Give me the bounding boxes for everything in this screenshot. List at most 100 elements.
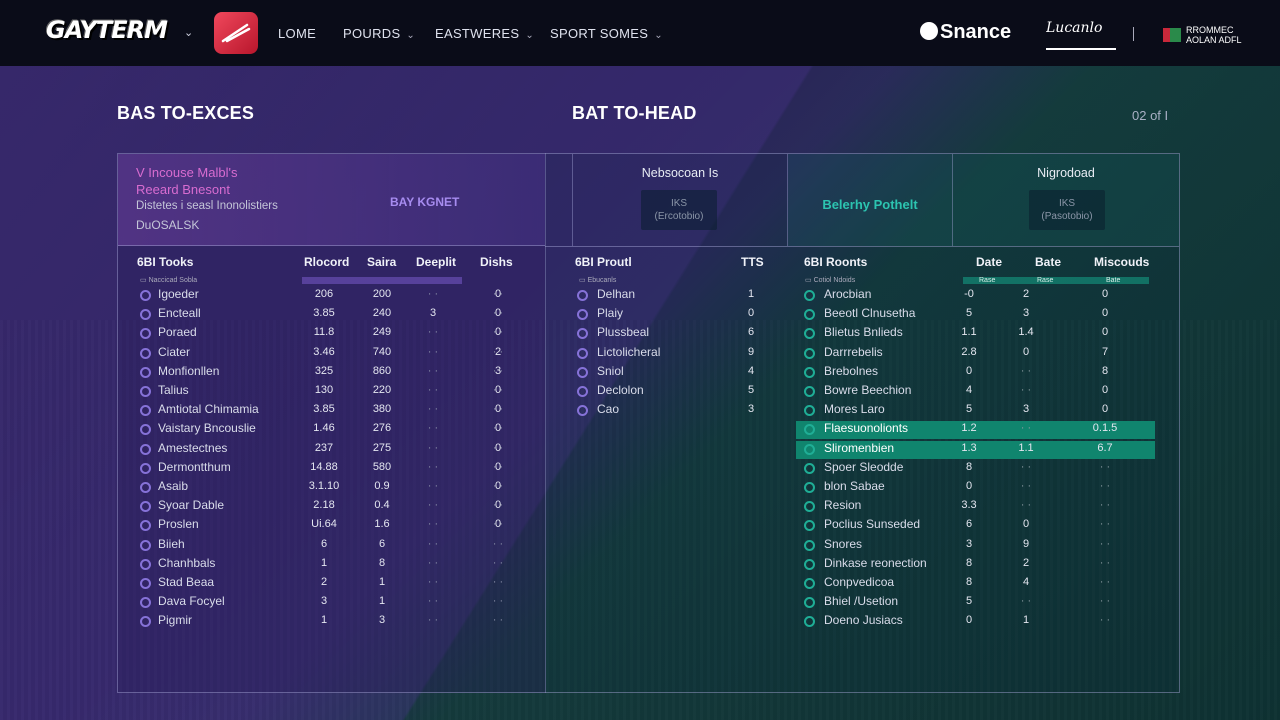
- table-row[interactable]: Poclius Sunseded 6 0 · ·: [796, 517, 1155, 535]
- column-header-dishs[interactable]: Dishs: [480, 255, 513, 269]
- row-value: · ·: [1099, 576, 1111, 588]
- status-circle-icon: [140, 539, 151, 551]
- column-header-miscouds[interactable]: Miscouds: [1094, 255, 1149, 269]
- nav-item-home[interactable]: LOME: [278, 26, 316, 41]
- column-header-saira[interactable]: Saira: [367, 255, 396, 269]
- header-badge[interactable]: BAY KGNET: [390, 195, 459, 209]
- table-row[interactable]: Chanhbals 1 8 · · · ·: [136, 556, 536, 574]
- table-row[interactable]: Stad Beaa 2 1 · · · ·: [136, 575, 536, 593]
- table-row[interactable]: Proslen Ui.64 1.6 · · · · 0: [136, 517, 536, 535]
- table-row[interactable]: Darrrebelis 2.8 0 7: [796, 345, 1155, 363]
- table-row[interactable]: Plaiy 0: [575, 306, 775, 324]
- table-row[interactable]: Asaib 3.1.10 0.9 · · · · 0: [136, 479, 536, 497]
- row-value: 240: [372, 307, 392, 320]
- row-value: 0: [965, 364, 973, 377]
- table-row[interactable]: Flaesuonolionts 1.2 · · 0.1.5: [796, 421, 1155, 440]
- team-card-right[interactable]: Nigrodoad IKS (Pasotobio): [953, 154, 1179, 246]
- row-value: 325: [314, 364, 334, 377]
- column-header-tts[interactable]: TTS: [741, 255, 764, 269]
- column-header-roonts[interactable]: 6BI Roonts: [804, 255, 867, 269]
- row-name: Doeno Jusiacs: [824, 613, 903, 628]
- table-row[interactable]: Snores 3 9 · ·: [796, 537, 1155, 555]
- table-row[interactable]: Mores Laro 5 3 0: [796, 402, 1155, 420]
- row-name: blon Sabae: [824, 479, 885, 493]
- table-row[interactable]: Igoeder 206 200 · · · · 0: [136, 287, 536, 305]
- partner-logo[interactable]: Lucanlo: [1046, 20, 1116, 50]
- table-row[interactable]: Poraed 11.8 249 · · · · 0: [136, 325, 536, 343]
- column-header-name[interactable]: 6BI Tooks: [137, 255, 193, 269]
- table-row[interactable]: Cao 3: [575, 402, 775, 420]
- table-row[interactable]: Resion 3.3 · · · ·: [796, 498, 1155, 516]
- table-row[interactable]: blon Sabae 0 · · · ·: [796, 479, 1155, 497]
- table-row[interactable]: Amestectnes 237 275 · · · · 0: [136, 441, 536, 459]
- row-value: 1.1: [1018, 441, 1034, 454]
- box-line-2: (Ercotobio): [654, 211, 704, 222]
- table-row[interactable]: Dinkase reonection 8 2 · ·: [796, 556, 1155, 574]
- sub-col-3: Bate: [1106, 277, 1121, 284]
- right-stats-panel: Nebsocoan Is IKS (Ercotobio) Belerhy Poth…: [545, 153, 1180, 693]
- table-row[interactable]: Biieh 6 6 · · · ·: [136, 537, 536, 555]
- nav-item-pourds[interactable]: POURDS ⌄: [343, 26, 415, 41]
- table-row[interactable]: Brebolnes 0 · · 8: [796, 364, 1155, 382]
- team-card-left[interactable]: Nebsocoan Is IKS (Ercotobio): [572, 154, 788, 246]
- table-row[interactable]: Dermontthum 14.88 580 · · · · 0: [136, 460, 536, 478]
- row-value: 4: [965, 384, 973, 396]
- table-row[interactable]: Conpvedicoa 8 4 · ·: [796, 575, 1155, 593]
- flag-icon[interactable]: [1163, 28, 1181, 42]
- column-header-date[interactable]: Date: [976, 255, 1002, 269]
- nav-item-sport-somes[interactable]: SPORT SOMES ⌄: [550, 26, 663, 41]
- site-logo[interactable]: GAYTERM: [46, 16, 180, 50]
- table-row[interactable]: Lictolicheral 9: [575, 345, 775, 363]
- profile-line-2: AOLAN ADFL: [1186, 35, 1242, 45]
- table-row[interactable]: Monfionllen 325 860 · · · · 3: [136, 364, 536, 382]
- table-row[interactable]: Encteall 3.85 240 3 · · 0: [136, 306, 536, 324]
- status-circle-icon: [577, 328, 588, 340]
- table-row[interactable]: Bowre Beechion 4 · · 0: [796, 383, 1155, 401]
- table-row[interactable]: Ciater 3.46 740 · · · · 2: [136, 345, 536, 363]
- row-value: 3.1.10: [308, 480, 340, 492]
- table-row[interactable]: Sliromenbien 1.3 1.1 6.7: [796, 440, 1155, 459]
- table-row[interactable]: Sniol 4: [575, 364, 775, 382]
- row-value: 0: [494, 422, 502, 435]
- column-header-deeplit[interactable]: Deeplit: [416, 255, 456, 269]
- table-row[interactable]: Delhan 1: [575, 287, 775, 305]
- column-header-proutl[interactable]: 6BI Proutl: [575, 255, 632, 269]
- row-value: 1.2: [961, 422, 977, 435]
- chevron-down-icon: ⌄: [406, 30, 416, 41]
- row-value: · ·: [427, 441, 439, 454]
- table-row[interactable]: Declolon 5: [575, 383, 775, 401]
- pager[interactable]: 02 of I: [1132, 108, 1168, 123]
- profile-menu[interactable]: RROMMEC AOLAN ADFL: [1186, 25, 1242, 45]
- table-row[interactable]: Arocbian -0 2 0: [796, 287, 1155, 305]
- row-name: Blietus Bnlieds: [824, 325, 903, 340]
- table-row[interactable]: Dava Focyel 3 1 · · · ·: [136, 594, 536, 612]
- row-value: 0: [1022, 518, 1030, 531]
- nav-item-eastweres[interactable]: EASTWERES ⌄: [435, 26, 534, 41]
- row-value: 275: [372, 441, 392, 454]
- row-value: 0: [1101, 403, 1109, 416]
- table-row[interactable]: Bhiel /Usetion 5 · · · ·: [796, 594, 1155, 612]
- table-row[interactable]: Plussbeal 6: [575, 325, 775, 343]
- table-row[interactable]: Pigmir 1 3 · · · ·: [136, 613, 536, 631]
- row-value: 3: [1022, 403, 1030, 416]
- table-row[interactable]: Spoer Sleodde 8 · · · ·: [796, 460, 1155, 478]
- row-name: Igoeder: [158, 287, 199, 301]
- table-row[interactable]: Doeno Jusiacs 0 1 · ·: [796, 613, 1155, 631]
- box-line-2: (Pasotobio): [1041, 211, 1093, 222]
- brand-logo[interactable]: Snance: [920, 21, 1011, 44]
- table-row[interactable]: Syoar Dable 2.18 0.4 · · · · 0: [136, 498, 536, 516]
- row-value: 8: [965, 576, 973, 588]
- team-card-center[interactable]: Belerhy Pothelt: [788, 154, 953, 246]
- table-row[interactable]: Amtiotal Chimamia 3.85 380 · · · · 0: [136, 402, 536, 420]
- table-row[interactable]: Talius 130 220 · · · · 0: [136, 383, 536, 401]
- column-header-record[interactable]: Rlocord: [304, 255, 349, 269]
- row-value: · ·: [1099, 499, 1111, 512]
- app-launcher-icon[interactable]: [214, 12, 258, 54]
- logo-chevron-down-icon[interactable]: ⌄: [184, 26, 193, 39]
- status-circle-icon: [140, 597, 151, 609]
- table-row[interactable]: Blietus Bnlieds 1.1 1.4 0: [796, 325, 1155, 343]
- table-row[interactable]: Beeotl Clnusetha 5 3 0: [796, 306, 1155, 324]
- table-row[interactable]: Vaistary Bncouslie 1.46 276 · · · · 0: [136, 421, 536, 439]
- column-header-bate[interactable]: Bate: [1035, 255, 1061, 269]
- row-name: Bhiel /Usetion: [824, 594, 899, 609]
